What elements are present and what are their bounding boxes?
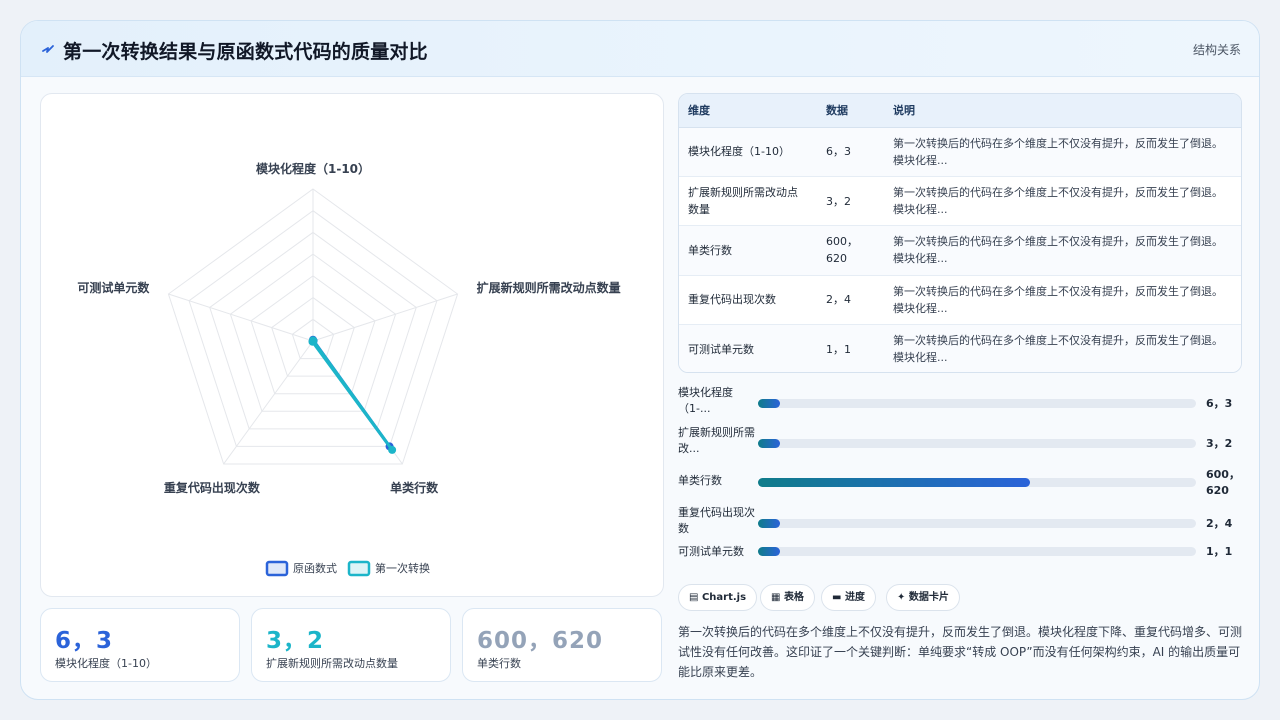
stat-card-change-points: 3，2 扩展新规则所需改动点数量 [251,608,451,682]
bolt-icon [42,45,54,53]
column-header: 说明 [884,94,1241,128]
progress-fill [758,439,780,448]
stat-card-modularity: 6，3 模块化程度（1-10） [40,608,240,682]
progress-track [758,519,1196,528]
progress-label: 扩展新规则所需改... [678,426,755,455]
progress-icon: ▬ [832,592,845,603]
radar-axis-line [312,293,458,342]
chart-icon: ▤ [689,592,702,603]
sparkle-icon: ✦ [897,592,909,603]
progress-row: 可测试单元数 1，1 [678,544,1242,580]
stat-label: 扩展新规则所需改动点数量 [266,657,398,670]
progress-track [758,399,1196,408]
chip-progress[interactable]: ▬ 进度 [821,584,876,611]
table-row: 扩展新规则所需改动点数量 3，2 第一次转换后的代码在多个维度上不仅没有提升，反… [679,176,1241,227]
stat-label: 单类行数 [477,657,521,670]
progress-label: 模块化程度（1-... [678,386,733,415]
cell-data: 6，3 [817,127,884,177]
progress-track [758,439,1196,448]
chip-label: 数据卡片 [908,592,949,603]
stat-value: 6，3 [55,628,114,654]
summary-text: 第一次转换后的代码在多个维度上不仅没有提升，反而发生了倒退。模块化程度下降、重复… [678,625,1243,679]
progress-track [758,547,1196,556]
radar-axis-label: 扩展新规则所需改动点数量 [477,280,621,295]
progress-value: 6，3 [1206,397,1233,410]
table-icon: ▦ [771,592,784,603]
radar-axis-line [168,293,314,342]
radar-data-point [308,336,317,345]
radar-axis-label: 可测试单元数 [77,280,150,295]
structure-tag[interactable]: 结构关系 [1193,41,1241,58]
chip-label: 进度 [844,592,865,603]
legend-swatch [265,560,289,577]
chip-label: Chart.js [701,592,747,603]
table-header-row: 维度 数据 说明 [679,94,1241,128]
cell-description: 第一次转换后的代码在多个维度上不仅没有提升，反而发生了倒退。模块化程... [884,275,1241,326]
radar-axis-label: 重复代码出现次数 [164,480,261,495]
progress-label: 单类行数 [678,474,722,487]
progress-fill [758,478,1030,487]
radar-chart: 模块化程度（1-10） 扩展新规则所需改动点数量单类行数 重复代码出现次数 可测试单元… [77,161,621,577]
progress-value: 600，620 [1206,468,1240,497]
table-row: 单类行数 600，620 第一次转换后的代码在多个维度上不仅没有提升，反而发生了… [679,225,1241,276]
progress-label: 可测试单元数 [678,545,744,558]
cell-data: 1，1 [817,324,884,372]
comparison-card: 第一次转换结果与原函数式代码的质量对比 结构关系 模块化程度（1-10） 扩展新规… [20,20,1260,700]
progress-fill [758,519,780,528]
stat-card-class-lines: 600，620 单类行数 [462,608,662,682]
cell-data: 600，620 [817,225,884,276]
progress-fill [758,399,780,408]
cell-dimension: 扩展新规则所需改动点数量 [679,176,817,227]
cell-description: 第一次转换后的代码在多个维度上不仅没有提升，反而发生了倒退。模块化程... [884,176,1241,227]
column-header: 维度 [679,94,817,128]
progress-value: 3，2 [1206,437,1233,450]
cell-description: 第一次转换后的代码在多个维度上不仅没有提升，反而发生了倒退。模块化程... [884,324,1241,372]
radar-axis-line [223,340,314,465]
table-row: 模块化程度（1-10） 6，3 第一次转换后的代码在多个维度上不仅没有提升，反而… [679,127,1241,177]
radar-chart-panel: 模块化程度（1-10） 扩展新规则所需改动点数量单类行数 重复代码出现次数 可测试单元… [40,93,664,597]
progress-value: 1，1 [1206,545,1233,558]
radar-series-area [310,338,394,452]
progress-bars: 模块化程度（1-... 6，3 扩展新规则所需改... 3，2 单类行数 600… [678,381,1242,563]
cell-description: 第一次转换后的代码在多个维度上不仅没有提升，反而发生了倒退。模块化程... [884,225,1241,276]
legend-label: 原函数式 [293,562,337,575]
stat-label: 模块化程度（1-10） [55,657,157,670]
cell-description: 第一次转换后的代码在多个维度上不仅没有提升，反而发生了倒退。模块化程... [884,127,1241,177]
radar-axis-label: 单类行数 [390,480,439,495]
cell-data: 2，4 [817,275,884,326]
stat-value: 3，2 [266,628,325,654]
radar-data-point [388,445,397,454]
cell-dimension: 模块化程度（1-10） [679,127,817,177]
legend-swatch [347,560,371,577]
chip-chartjs[interactable]: ▤ Chart.js [678,584,758,611]
chip-table[interactable]: ▦ 表格 [760,584,815,611]
cell-dimension: 重复代码出现次数 [679,275,817,326]
card-header: 第一次转换结果与原函数式代码的质量对比 结构关系 [21,21,1259,77]
page-title: 第一次转换结果与原函数式代码的质量对比 [63,41,428,63]
progress-track [758,478,1196,487]
radar-axis-label: 模块化程度（1-10） [256,161,370,176]
chip-data-card[interactable]: ✦ 数据卡片 [886,584,960,611]
progress-row: 扩展新规则所需改... 3，2 [678,425,1242,461]
cell-data: 3，2 [817,176,884,227]
progress-row: 单类行数 600，620 [678,468,1242,504]
progress-row: 重复代码出现次数 2，4 [678,505,1242,541]
table-row: 可测试单元数 1，1 第一次转换后的代码在多个维度上不仅没有提升，反而发生了倒退… [679,324,1241,372]
legend-label: 第一次转换 [375,561,430,575]
progress-fill [758,547,780,556]
data-table: 维度 数据 说明 模块化程度（1-10） 6，3 第一次转换后的代码在多个维度上… [678,93,1242,373]
table-row: 重复代码出现次数 2，4 第一次转换后的代码在多个维度上不仅没有提升，反而发生了… [679,275,1241,326]
cell-dimension: 单类行数 [679,225,817,276]
cell-dimension: 可测试单元数 [679,324,817,372]
stat-value: 600，620 [477,628,604,654]
progress-value: 2，4 [1206,517,1233,530]
progress-row: 模块化程度（1-... 6，3 [678,385,1242,421]
column-header: 数据 [817,94,884,128]
progress-label: 重复代码出现次数 [678,506,755,535]
chip-label: 表格 [783,592,804,603]
